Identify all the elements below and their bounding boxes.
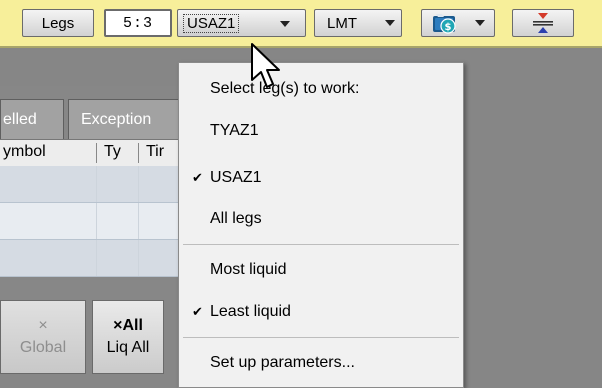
checkmark-icon: ✔ — [192, 304, 203, 319]
svg-text:$: $ — [445, 22, 452, 33]
menu-item-tyaz1[interactable]: TYAZ1 — [179, 113, 463, 149]
menu-item-label: Most liquid — [210, 261, 287, 278]
column-header-time[interactable]: Tir — [146, 143, 164, 161]
cell-divider — [96, 166, 97, 202]
menu-item-most-liquid[interactable]: Most liquid — [179, 252, 463, 288]
ratio-field[interactable]: 5:3 — [104, 9, 172, 37]
tab-filled[interactable]: elled — [0, 99, 64, 139]
menu-item-setup-parameters[interactable]: Set up parameters... — [179, 345, 463, 381]
leg-select-value: USAZ1 — [183, 13, 240, 33]
collapse-arrows-icon — [533, 13, 553, 33]
column-divider[interactable] — [96, 143, 97, 163]
toolbar: Legs 5:3 USAZ1 LMT $ — [0, 0, 602, 48]
menu-header-label: Select leg(s) to work: — [210, 80, 360, 97]
legs-button-label: Legs — [41, 14, 75, 32]
collapse-button[interactable] — [512, 9, 574, 37]
ratio-value: 5:3 — [122, 14, 153, 32]
menu-item-label: Set up parameters... — [210, 354, 355, 371]
strategy-image-combo[interactable]: $ — [421, 9, 495, 37]
column-divider[interactable] — [138, 143, 139, 163]
menu-item-all-legs[interactable]: All legs — [179, 201, 463, 237]
liquidate-all-label: Liq All — [106, 339, 150, 356]
tab-label: Exception — [81, 110, 152, 128]
menu-item-label: Least liquid — [210, 303, 291, 320]
liquidate-all-button[interactable]: ×All Liq All — [92, 300, 164, 374]
close-all-icon: ×All — [113, 317, 143, 334]
cell-divider — [96, 240, 97, 276]
column-header-symbol[interactable]: ymbol — [3, 143, 46, 161]
mouse-cursor-icon — [251, 43, 280, 88]
legs-button[interactable]: Legs — [22, 9, 94, 37]
chevron-down-icon — [280, 21, 290, 27]
menu-item-label: USAZ1 — [210, 169, 262, 186]
menu-item-label: All legs — [210, 210, 262, 227]
cell-divider — [138, 166, 139, 202]
close-icon: × — [38, 317, 48, 334]
menu-item-usaz1[interactable]: ✔ USAZ1 — [179, 160, 463, 196]
checkmark-icon: ✔ — [192, 170, 203, 185]
menu-separator — [183, 244, 459, 245]
cancel-global-button[interactable]: × Global — [0, 300, 86, 374]
chevron-down-icon — [475, 20, 485, 26]
menu-separator — [183, 337, 459, 338]
order-type-value: LMT — [327, 14, 357, 32]
money-bag-icon: $ — [433, 14, 456, 34]
leg-select-menu: Select leg(s) to work: TYAZ1 ✔ USAZ1 All… — [178, 62, 464, 388]
column-header-type[interactable]: Ty — [104, 143, 121, 161]
tab-label: elled — [3, 110, 37, 128]
menu-item-least-liquid[interactable]: ✔ Least liquid — [179, 294, 463, 330]
cancel-global-label: Global — [19, 339, 67, 356]
tab-exceptions[interactable]: Exception — [68, 99, 180, 139]
order-type-combo[interactable]: LMT — [314, 9, 402, 37]
cell-divider — [138, 203, 139, 239]
cell-divider — [96, 203, 97, 239]
menu-header: Select leg(s) to work: — [179, 71, 463, 107]
menu-item-label: TYAZ1 — [210, 122, 259, 139]
leg-select-combo[interactable]: USAZ1 — [177, 9, 306, 37]
chevron-down-icon — [385, 20, 395, 26]
cell-divider — [138, 240, 139, 276]
